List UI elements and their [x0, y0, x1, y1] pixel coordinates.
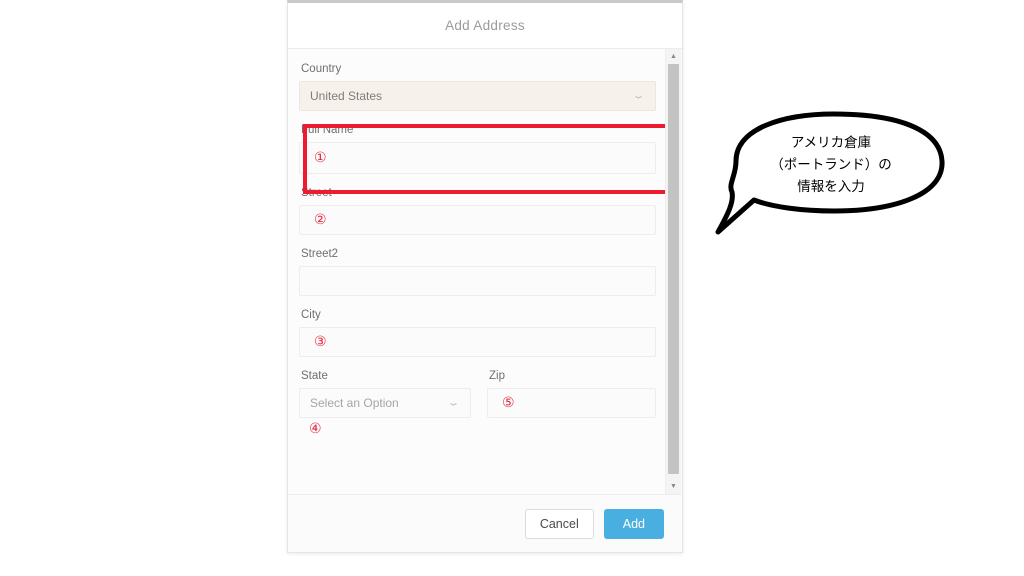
scrollbar-thumb[interactable]	[668, 64, 679, 474]
field-row-state-zip: State Select an Option ⌄ ④ Zip ⑤	[299, 370, 656, 436]
page-title: Add Address	[445, 18, 525, 33]
label-state: State	[301, 370, 328, 382]
annotation-callout: アメリカ倉庫 （ポートランド）の 情報を入力	[706, 106, 956, 236]
modal-body-scroll-area: Country United States ⌄ Full Name ① Stre…	[288, 49, 682, 494]
label-country: Country	[301, 63, 342, 75]
step-marker-4: ④	[309, 421, 322, 437]
city-input[interactable]: ③	[299, 327, 656, 357]
field-group-city: City ③	[299, 309, 656, 357]
step-marker-2: ②	[314, 212, 327, 228]
field-group-street2: Street2	[299, 248, 656, 296]
field-group-street: Street ②	[299, 187, 656, 235]
field-group-zip: Zip ⑤	[487, 370, 656, 436]
field-group-full-name: Full Name ①	[299, 124, 670, 194]
scroll-up-arrow-icon[interactable]: ▲	[666, 49, 681, 64]
label-zip: Zip	[489, 370, 505, 382]
state-select[interactable]: Select an Option ⌄	[299, 388, 471, 418]
scrollbar-track[interactable]	[666, 64, 681, 479]
vertical-scrollbar[interactable]: ▲ ▼	[665, 49, 681, 494]
add-address-modal: Add Address Country United States ⌄ Full…	[287, 0, 683, 553]
address-form: Country United States ⌄ Full Name ① Stre…	[288, 49, 682, 494]
callout-text: アメリカ倉庫 （ポートランド）の 情報を入力	[770, 135, 892, 195]
label-city: City	[301, 309, 321, 321]
label-street: Street	[301, 187, 332, 199]
country-select-value: United States	[310, 89, 383, 103]
chevron-down-icon: ⌄	[631, 90, 646, 101]
field-group-country: Country United States ⌄	[299, 63, 656, 111]
field-group-state: State Select an Option ⌄ ④	[299, 370, 471, 436]
scroll-down-arrow-icon[interactable]: ▼	[666, 479, 681, 494]
step-marker-3: ③	[314, 334, 327, 350]
full-name-input[interactable]: ①	[299, 142, 656, 174]
step-marker-5: ⑤	[502, 395, 515, 411]
street2-input[interactable]	[299, 266, 656, 296]
step-marker-1: ①	[314, 150, 327, 166]
cancel-button[interactable]: Cancel	[524, 508, 594, 539]
country-select[interactable]: United States ⌄	[299, 81, 656, 111]
modal-footer: Cancel Add	[288, 494, 682, 552]
chevron-down-icon: ⌄	[446, 397, 461, 408]
add-button[interactable]: Add	[603, 508, 664, 539]
label-full-name: Full Name	[301, 124, 354, 136]
label-street2: Street2	[301, 248, 339, 260]
zip-input[interactable]: ⑤	[487, 388, 656, 418]
street-input[interactable]: ②	[299, 205, 656, 235]
state-select-placeholder: Select an Option	[310, 396, 399, 410]
modal-header: Add Address	[288, 3, 682, 49]
